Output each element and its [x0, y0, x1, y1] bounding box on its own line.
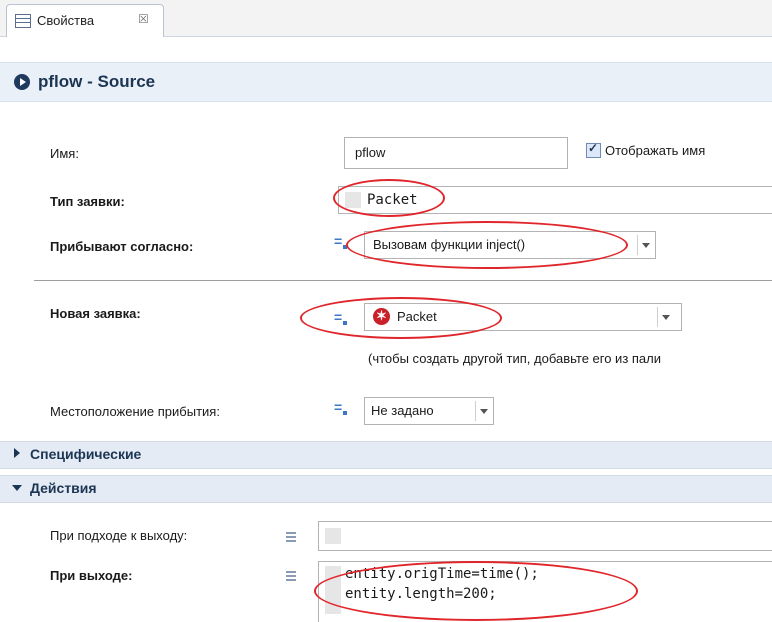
close-icon[interactable]: ☒ — [138, 12, 149, 26]
on-approach-field[interactable] — [318, 521, 772, 551]
properties-icon — [15, 14, 31, 28]
chevron-down-icon[interactable] — [475, 401, 492, 421]
static-value-icon[interactable]: = — [334, 233, 348, 249]
code-swatch — [325, 528, 341, 544]
show-name-checkbox[interactable]: ✓ — [586, 141, 601, 158]
page-title: pflow - Source — [38, 72, 156, 91]
on-exit-label: При выходе: — [50, 568, 133, 583]
chevron-down-icon[interactable] — [637, 235, 654, 255]
new-entity-label: Новая заявка: — [50, 306, 141, 321]
code-icon[interactable] — [286, 570, 296, 582]
code-icon[interactable] — [286, 531, 296, 543]
divider — [34, 280, 772, 281]
section-specific-title: Специфические — [30, 446, 142, 462]
location-value: Не задано — [371, 403, 434, 418]
annotation-oval — [314, 561, 638, 621]
entity-type-label: Тип заявки: — [50, 194, 125, 209]
static-value-icon[interactable]: = — [334, 399, 348, 415]
chevron-down-icon — [12, 485, 22, 491]
play-circle-icon — [14, 74, 30, 90]
name-field[interactable]: pflow — [344, 137, 568, 169]
arrivals-label: Прибывают согласно: — [50, 239, 194, 254]
name-label: Имя: — [50, 146, 79, 161]
annotation-oval — [346, 221, 628, 269]
section-specific[interactable]: Специфические — [0, 441, 772, 469]
location-dropdown[interactable]: Не задано — [364, 397, 494, 425]
show-name-label: Отображать имя — [605, 143, 706, 158]
annotation-oval — [333, 179, 445, 217]
check-icon: ✓ — [588, 141, 599, 155]
location-label: Местоположение прибытия: — [50, 404, 220, 419]
name-value: pflow — [355, 145, 386, 160]
chevron-down-icon[interactable] — [657, 307, 674, 327]
section-actions-title: Действия — [30, 480, 97, 496]
chevron-right-icon — [14, 448, 20, 458]
tab-label: Свойства — [37, 13, 95, 28]
tab-properties[interactable]: Свойства ☒ — [6, 4, 164, 37]
new-entity-hint: (чтобы создать другой тип, добавьте его … — [368, 351, 662, 366]
annotation-oval — [300, 297, 502, 339]
section-actions[interactable]: Действия — [0, 475, 772, 503]
on-approach-label: При подходе к выходу: — [50, 528, 188, 543]
properties-header: pflow - Source — [0, 62, 772, 102]
